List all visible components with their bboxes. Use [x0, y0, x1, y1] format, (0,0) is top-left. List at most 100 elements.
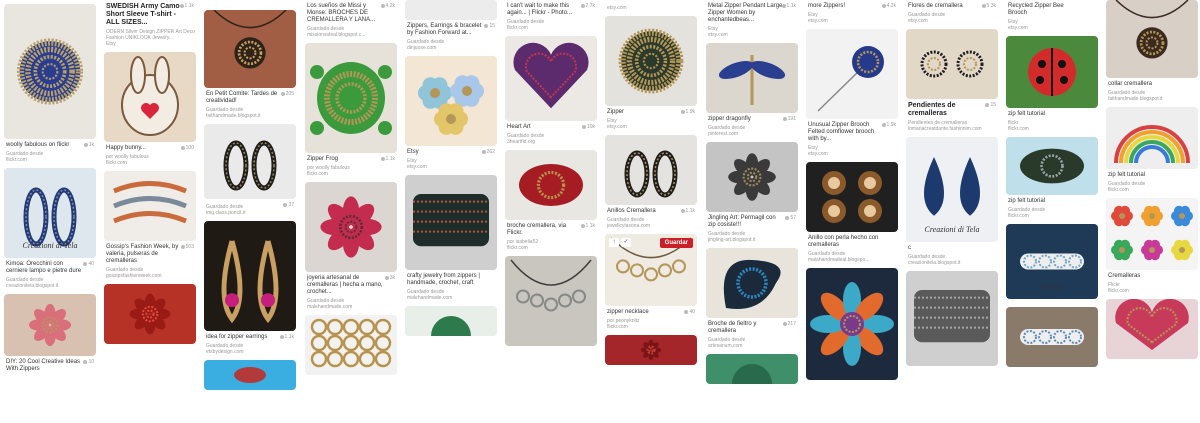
- pin-image[interactable]: [405, 56, 497, 146]
- pin-card[interactable]: 15 Zippers, Earrings & bracelet by Fashio…: [405, 0, 497, 56]
- check-icon[interactable]: ✓: [621, 238, 631, 247]
- pin-image[interactable]: [305, 182, 397, 272]
- pin-card[interactable]: 191 zipper dragonfly Guardado desde pintere…: [706, 43, 798, 142]
- pin-title[interactable]: c: [908, 245, 998, 252]
- pin-image[interactable]: [1006, 307, 1098, 367]
- pin-card[interactable]: [505, 256, 597, 354]
- source-domain[interactable]: etsy.com: [407, 164, 497, 170]
- source-domain[interactable]: Etsy: [106, 41, 196, 47]
- pin-card[interactable]: Creazioni di Tela 40 Kimoa: Orecchini con …: [4, 168, 96, 294]
- pin-title[interactable]: zip felt tutorial: [1008, 198, 1098, 205]
- pin-image[interactable]: [1106, 0, 1198, 78]
- pin-image[interactable]: [305, 43, 397, 153]
- pin-image[interactable]: [1106, 198, 1198, 270]
- pin-image[interactable]: Creazioni di Tela: [4, 168, 96, 258]
- pin-image[interactable]: [806, 268, 898, 380]
- pin-card[interactable]: 1.1k Metal Zipper Pendant Large Zipper Wo…: [706, 0, 798, 43]
- source-domain[interactable]: missionsoleal.blogspot.c...: [307, 32, 397, 38]
- pin-card[interactable]: 1.1k idea for zipper earrings Guardado des…: [204, 221, 296, 360]
- source-domain[interactable]: flickr.com: [507, 245, 597, 251]
- pin-image[interactable]: [104, 284, 196, 344]
- source-domain[interactable]: etsy.com: [708, 32, 798, 38]
- pin-image[interactable]: [1006, 137, 1098, 195]
- pin-card[interactable]: Creazioni di Tela c Guardado desde creazion…: [906, 137, 998, 271]
- pin-image[interactable]: [4, 294, 96, 356]
- pin-card[interactable]: ↑ ✓ Guardar 40 zipper necklace por peonyknitz…: [605, 234, 697, 335]
- pin-card[interactable]: 217 Broche de fieltro y cremallera Guardad…: [706, 248, 798, 354]
- pin-card[interactable]: 262 Etsy Etsy etsy.com: [405, 56, 497, 175]
- source-domain[interactable]: lomanacreatdante.fashionim.com: [908, 126, 998, 132]
- pin-card[interactable]: zip felt tutorial flickr flickr.com: [1006, 36, 1098, 137]
- pin-card[interactable]: 1.1k SWEDISH Army Camo Short Sleeve T-shi…: [104, 0, 196, 52]
- pin-card[interactable]: etsy.com: [605, 0, 697, 16]
- pin-card[interactable]: 503 Gossip's Fashion Week, by valeria, pu…: [104, 171, 196, 284]
- source-domain[interactable]: etsy.com: [1008, 25, 1098, 31]
- source-domain[interactable]: malahandmadeal.blogspo...: [808, 257, 898, 263]
- pin-card[interactable]: zip felt tutorial Guardado desde flickr.co…: [1106, 107, 1198, 198]
- pin-image[interactable]: [405, 0, 497, 20]
- source-domain[interactable]: pinterest.com: [708, 131, 798, 137]
- pin-image[interactable]: [706, 142, 798, 212]
- source-domain[interactable]: faithandmade.blogspot.it: [1108, 96, 1198, 102]
- pin-title[interactable]: Recycled Zipper Bee Brooch: [1008, 3, 1098, 17]
- pin-image[interactable]: [204, 360, 296, 390]
- source-domain[interactable]: etsy.com: [808, 151, 898, 157]
- pin-card[interactable]: 37 Guardado desde img.class.poncit.it: [204, 124, 296, 221]
- pin-image[interactable]: [906, 271, 998, 366]
- pin-card[interactable]: [305, 315, 397, 383]
- pin-card[interactable]: 205 En Petit Comite: Tardes de creativida…: [204, 10, 296, 124]
- pin-card[interactable]: 100 Happy bunny... por woolly fabulous flic…: [104, 52, 196, 171]
- source-domain[interactable]: 3heartfid.org: [507, 139, 597, 145]
- pin-image[interactable]: [204, 10, 296, 88]
- source-domain[interactable]: etsy.com: [607, 124, 697, 130]
- pin-card[interactable]: 10 DIY: 20 Cool Creative Ideas With Zippe…: [4, 294, 96, 378]
- pin-image[interactable]: [806, 29, 898, 119]
- source-domain[interactable]: gossipsfashionweek.com: [106, 273, 196, 279]
- pin-card[interactable]: [405, 306, 497, 344]
- source-domain[interactable]: etsbydesign.com: [206, 349, 296, 355]
- source-domain[interactable]: flickr.com: [1108, 187, 1198, 193]
- pin-image[interactable]: Creazioni di Tela: [906, 137, 998, 242]
- pin-image[interactable]: [906, 29, 998, 99]
- pin-title[interactable]: zip felt tutorial: [1008, 111, 1098, 118]
- source-domain[interactable]: flickr.com: [1008, 213, 1098, 219]
- pin-image[interactable]: [204, 124, 296, 199]
- source-domain[interactable]: dinjuose.com: [407, 45, 497, 51]
- pin-title[interactable]: Anillo con perla hecho con cremalleras: [808, 235, 898, 249]
- source-domain[interactable]: flickr.com: [1108, 288, 1198, 294]
- source-domain[interactable]: malehandmade.com: [307, 304, 397, 310]
- pin-image[interactable]: [405, 175, 497, 270]
- pin-card[interactable]: zip felt tutorial Guardado desde flickr.co…: [1006, 137, 1098, 224]
- pin-card[interactable]: 10k Heart Art Guardado desde 3heartfid.org: [505, 36, 597, 150]
- pin-image[interactable]: ↑ ✓ Guardar: [605, 234, 697, 306]
- pin-image[interactable]: [204, 221, 296, 331]
- source-domain[interactable]: jingling-art.blogspot.it: [708, 237, 798, 243]
- pin-card[interactable]: Cremalleras Flickr flickr.com: [1106, 198, 1198, 299]
- pin-image[interactable]: [1006, 36, 1098, 108]
- pin-card[interactable]: 1k woolly fabulous on flickr Guardado desd…: [4, 4, 96, 168]
- source-domain[interactable]: flickr.com: [106, 160, 196, 166]
- pin-image[interactable]: [305, 315, 397, 375]
- pin-card[interactable]: [1106, 299, 1198, 367]
- pin-image[interactable]: [104, 52, 196, 142]
- source-domain[interactable]: flickr.com: [307, 171, 397, 177]
- pin-card[interactable]: 1.1k broche cremallera, via Flickr. por is…: [505, 150, 597, 256]
- pin-image[interactable]: [505, 256, 597, 346]
- pin-card[interactable]: 1.1k Zipper Frog por woolly fabulous flickr…: [305, 43, 397, 182]
- pin-card[interactable]: Anillo con perla hecho con cremalleras Gu…: [806, 162, 898, 268]
- source-domain[interactable]: flickr.com: [1008, 126, 1098, 132]
- source-domain[interactable]: flickr.com: [607, 324, 697, 330]
- source-domain[interactable]: etsy.com: [808, 18, 898, 24]
- pin-image[interactable]: [605, 135, 697, 205]
- pin-image[interactable]: [505, 36, 597, 121]
- source-domain[interactable]: faithandmade.blogspot.it: [206, 113, 296, 119]
- send-icon[interactable]: ↑: [609, 238, 619, 247]
- pin-card[interactable]: [204, 360, 296, 398]
- pin-title[interactable]: Cremalleras: [1108, 273, 1198, 280]
- pin-title[interactable]: crafty jewelry from zippers | handmade, …: [407, 273, 497, 287]
- source-domain[interactable]: flickr.com: [507, 25, 597, 31]
- pin-image[interactable]: [1106, 299, 1198, 359]
- source-domain[interactable]: malehandmade.com: [407, 295, 497, 301]
- save-button[interactable]: Guardar: [659, 238, 693, 248]
- pin-card[interactable]: [706, 354, 798, 392]
